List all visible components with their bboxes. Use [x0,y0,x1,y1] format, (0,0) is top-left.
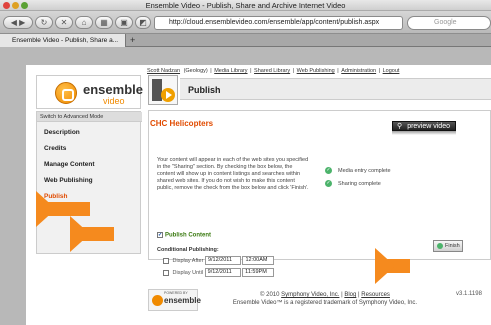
search-input[interactable]: Google [407,16,491,30]
web-publishing-link[interactable]: Web Publishing [297,68,335,74]
ensemble-logo-icon [152,295,163,306]
display-after-date-input[interactable]: 9/12/2011 [204,256,241,265]
check-icon: ✓ [325,167,332,174]
arrow-to-publish-step [36,191,90,227]
arrow-to-finish [375,248,410,284]
url-text: http://cloud.ensemblevideo.com/ensemble/… [169,19,380,26]
ensemble-logo[interactable]: ensemble video [36,75,143,109]
status-media-text: Media entry complete [338,167,391,174]
arrow-to-publish-checkbox [70,216,114,252]
publish-description: Your content will appear in each of the … [157,157,309,191]
display-until-checkbox[interactable] [163,269,169,276]
shared-library-link[interactable]: Shared Library [254,68,290,74]
resources-link[interactable]: Resources [361,292,390,298]
logout-link[interactable]: Logout [383,68,400,74]
reload-icon[interactable]: ↻ [35,16,53,29]
administration-link[interactable]: Administration [341,68,376,74]
status-sharing: ✓ Sharing complete [325,180,381,187]
sidebar-item-description[interactable]: Description [44,129,80,136]
sidebar-item-credits[interactable]: Credits [44,145,66,152]
blog-link[interactable]: Blog [344,292,356,298]
sidebar-item-web-publishing[interactable]: Web Publishing [44,177,93,184]
footer-text: © 2010 Symphony Video, Inc. | Blog | Res… [232,292,418,306]
publish-film-icon [148,75,178,105]
status-sharing-text: Sharing complete [338,180,381,187]
home-icon[interactable]: ⌂ [75,16,93,29]
addon-icon[interactable]: ▣ [115,16,133,29]
display-after-row: Display After 9/12/2011 12:00AM [163,256,275,265]
finish-icon [437,243,443,249]
publish-content-label: Publish Content [165,232,211,239]
bookmark-icon[interactable]: ▦ [95,16,113,29]
conditional-publishing-label: Conditional Publishing: [157,247,219,253]
switch-mode-link[interactable]: Switch to Advanced Mode [37,112,142,122]
logo-icon [55,82,77,104]
page-title: Publish [180,78,491,100]
powered-by-brand: ensemble [164,296,201,305]
top-nav-links: Scott Nadzan (Geology) | Media Library |… [147,68,400,74]
publish-content-row: ✓ Publish Content [157,232,211,239]
check-icon: ✓ [325,180,332,187]
display-after-time-input[interactable]: 12:00AM [242,256,275,265]
trademark-text: Ensemble Video™ is a registered trademar… [232,300,418,306]
status-media-entry: ✓ Media entry complete [325,167,391,174]
close-window-button[interactable] [3,2,10,9]
finish-button[interactable]: Finish [433,240,463,252]
display-until-time-input[interactable]: 11:59PM [242,268,275,277]
publish-content-checkbox[interactable]: ✓ [157,232,163,238]
new-tab-button[interactable]: + [130,34,135,46]
url-input[interactable]: http://cloud.ensemblevideo.com/ensemble/… [154,16,403,30]
window-titlebar: Ensemble Video - Publish, Share and Arch… [0,0,491,11]
feed-icon[interactable]: ◩ [135,16,151,29]
minimize-window-button[interactable] [12,2,19,9]
browser-tab[interactable]: Ensemble Video - Publish, Share a... [0,34,126,47]
preview-video-button[interactable]: ⚲ preview video [392,121,456,131]
display-until-row: Display Until 9/12/2011 11:59PM [163,268,275,277]
stop-icon[interactable]: ✕ [55,16,73,29]
tab-bar: Ensemble Video - Publish, Share a... + [0,34,491,47]
search-placeholder: Google [434,19,457,26]
company-link[interactable]: Symphony Video, Inc. [281,292,339,298]
user-link[interactable]: Scott Nadzan [147,68,180,74]
content-title: CHC Helicopters [150,119,214,128]
logo-sub: video [103,96,125,106]
display-after-checkbox[interactable] [163,257,169,264]
user-dept: (Geology) [183,68,208,74]
display-until-date-input[interactable]: 9/12/2011 [204,268,241,277]
browser-toolbar: ◀ ▶ ↻ ✕ ⌂ ▦ ▣ ◩ http://cloud.ensemblevid… [0,11,491,34]
copyright: © 2010 [260,292,280,298]
sidebar-item-manage-content[interactable]: Manage Content [44,161,95,168]
back-forward-buttons[interactable]: ◀ ▶ [3,16,33,29]
search-icon: ⚲ [397,123,403,130]
tab-title: Ensemble Video - Publish, Share a... [12,37,119,44]
display-after-label: Display After [172,257,204,264]
display-until-label: Display Until [172,269,204,276]
finish-label: Finish [445,243,460,249]
window-title: Ensemble Video - Publish, Share and Arch… [145,1,346,10]
preview-reflection [392,131,456,135]
logo-name: ensemble [83,82,143,97]
version-label: v3.1.1198 [456,291,482,297]
zoom-window-button[interactable] [21,2,28,9]
media-library-link[interactable]: Media Library [214,68,247,74]
powered-by-text: POWERED BY [164,291,188,295]
powered-by-logo: POWERED BY ensemble [148,289,201,311]
preview-label: preview video [407,123,450,130]
